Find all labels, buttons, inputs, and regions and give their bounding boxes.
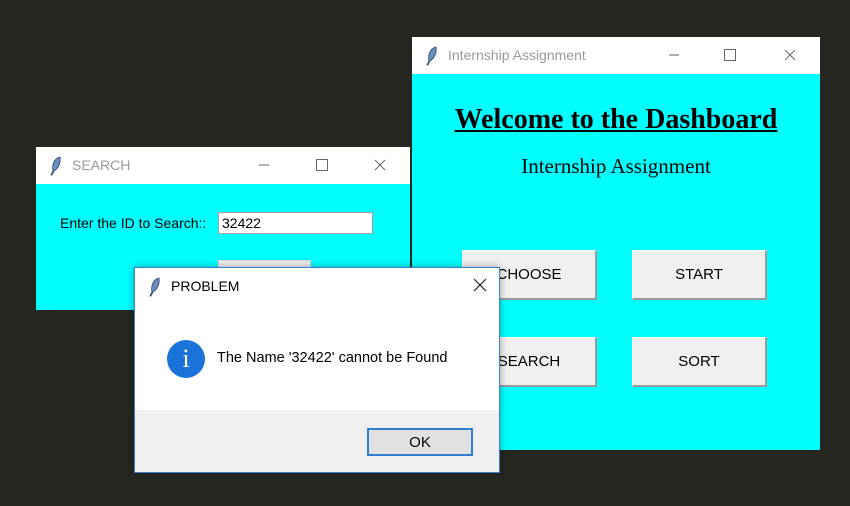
dialog-title: PROBLEM — [171, 278, 240, 294]
start-button[interactable]: START — [632, 250, 767, 300]
search-titlebar[interactable]: SEARCH — [36, 147, 410, 184]
feather-app-icon — [426, 46, 437, 66]
dialog-titlebar[interactable]: PROBLEM — [135, 268, 499, 306]
close-icon — [374, 159, 386, 171]
minimize-button[interactable] — [654, 41, 694, 69]
sort-button[interactable]: SORT — [632, 337, 767, 387]
dashboard-heading: Welcome to the Dashboard — [454, 104, 778, 135]
problem-dialog: PROBLEM i The Name '32422' cannot be Fou… — [134, 267, 500, 473]
close-icon[interactable] — [473, 278, 487, 292]
maximize-button[interactable] — [302, 151, 342, 179]
minimize-button[interactable] — [244, 151, 284, 179]
search-id-input[interactable] — [218, 212, 373, 234]
dashboard-titlebar[interactable]: Internship Assignment — [412, 37, 820, 74]
dialog-footer: OK — [135, 410, 499, 472]
search-id-label: Enter the ID to Search:: — [60, 215, 207, 231]
feather-app-icon — [50, 156, 61, 176]
maximize-icon — [316, 159, 328, 171]
dashboard-subheading: Internship Assignment — [521, 154, 711, 178]
close-icon — [784, 49, 796, 61]
maximize-icon — [724, 49, 736, 61]
ok-button[interactable]: OK — [367, 428, 473, 456]
dialog-message: The Name '32422' cannot be Found — [217, 350, 448, 366]
info-icon: i — [167, 340, 205, 378]
close-button[interactable] — [360, 151, 400, 179]
feather-app-icon — [149, 277, 160, 297]
close-button[interactable] — [770, 41, 810, 69]
minimize-icon — [669, 54, 679, 56]
minimize-icon — [259, 164, 269, 166]
search-window-title: SEARCH — [72, 157, 131, 173]
dashboard-window-title: Internship Assignment — [448, 47, 586, 63]
maximize-button[interactable] — [710, 41, 750, 69]
